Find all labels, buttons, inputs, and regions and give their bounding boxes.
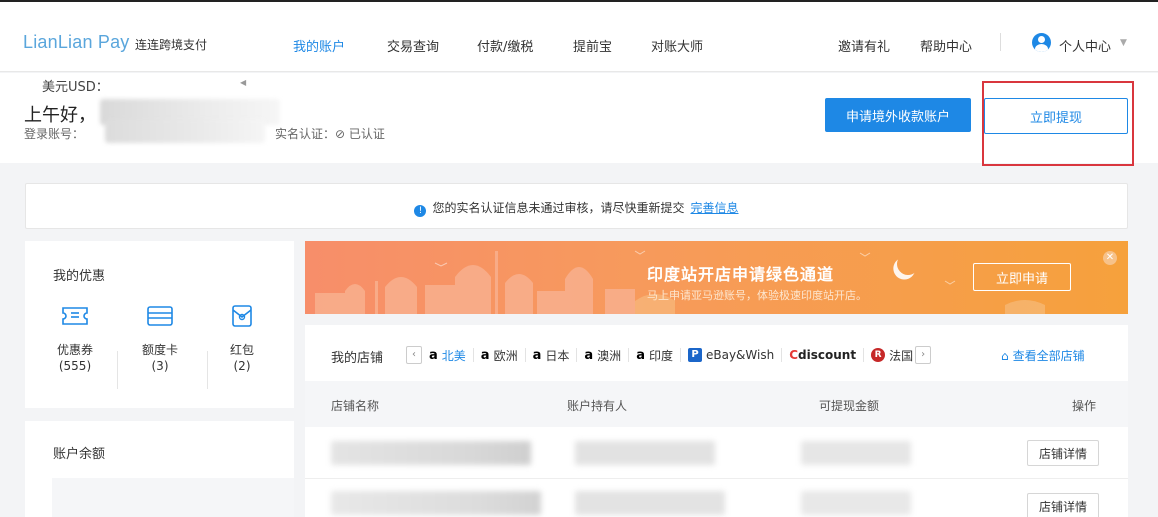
col-withdrawable: 可提现金额 [819, 399, 880, 413]
chevron-right-icon[interactable]: › [915, 346, 932, 364]
tab-india[interactable]: a 印度 [629, 347, 681, 363]
offers-title: 我的优惠 [53, 269, 106, 284]
coupon-label: 优惠券 [56, 343, 93, 357]
red-packet-item[interactable]: 红包 (2) [207, 305, 277, 373]
stores-table-header: 店铺名称 账户持有人 可提现金额 操作 [305, 381, 1128, 427]
balance-title: 账户余额 [53, 447, 106, 462]
paypal-icon: P [687, 348, 702, 362]
greeting-section: 上午好， 登录账号： 实名认证：⊘ 已认证 申请境外收款账户 立即提现 [0, 73, 1158, 163]
nav-invite[interactable]: 邀请有礼 [838, 36, 890, 55]
my-stores-panel: 我的店铺 ‹ a 北美 a 欧洲 a 日本 a 澳洲 a 印度 PeBay&Wish Cd… [305, 325, 1128, 517]
red-packet-label: 红包 [229, 343, 254, 357]
amazon-icon: a [480, 347, 490, 363]
my-offers-panel: 我的优惠 优惠券 (555) 额度卡 (3) 红包 (2) [25, 241, 294, 408]
red-packet-icon [232, 305, 252, 327]
account-balance-panel: 账户余额 [25, 421, 294, 517]
col-actions: 操作 [1072, 399, 1097, 413]
top-nav: LianLian Pay 连连跨境支付 我的账户 交易查询 付款/缴税 提前宝 … [0, 0, 1158, 72]
verify-info: 实名认证：⊘ 已认证 [275, 125, 385, 142]
tab-australia[interactable]: a 澳洲 [577, 347, 630, 363]
coupon-count: (555) [58, 359, 92, 373]
greeting-title: 上午好， [24, 105, 96, 126]
info-icon: ! [414, 205, 427, 217]
verification-notice: ! 您的实名认证信息未通过审核，请尽快重新提交 完善信息 [25, 183, 1128, 229]
quota-card-item[interactable]: 额度卡 (3) [125, 305, 195, 373]
close-icon[interactable]: ✕ [1103, 251, 1117, 265]
redacted-account [105, 119, 265, 143]
complete-info-link[interactable]: 完善信息 [691, 201, 739, 215]
tab-europe[interactable]: a 欧洲 [474, 347, 526, 363]
redacted-amount [801, 491, 911, 515]
offers-divider [117, 351, 118, 389]
apply-overseas-account-button[interactable]: 申请境外收款账户 [825, 98, 971, 132]
nav-transactions[interactable]: 交易查询 [387, 36, 439, 55]
amazon-icon: a [636, 347, 645, 363]
withdraw-now-button[interactable]: 立即提现 [984, 98, 1128, 134]
banner-title: 印度站开店申请绿色通道 [647, 265, 835, 284]
redacted-store-name [331, 441, 531, 465]
home-icon: ⌂ [1001, 349, 1009, 363]
card-icon [147, 306, 173, 326]
coupon-item[interactable]: 优惠券 (555) [40, 305, 110, 373]
nav-advance[interactable]: 提前宝 [573, 36, 612, 55]
view-all-stores-link[interactable]: ⌂ 查看全部店铺 [1001, 347, 1085, 364]
red-packet-count: (2) [233, 359, 251, 373]
nav-payment-tax[interactable]: 付款/缴税 [477, 36, 533, 55]
usd-label: 美元USD： [42, 80, 109, 95]
brand-logo[interactable]: LianLian Pay [23, 32, 129, 53]
nav-help[interactable]: 帮助中心 [920, 36, 972, 55]
user-avatar-icon[interactable] [1032, 33, 1051, 52]
redacted-holder [575, 491, 725, 515]
nav-my-account[interactable]: 我的账户 [293, 36, 345, 55]
apply-now-button[interactable]: 立即申请 [973, 263, 1071, 291]
expand-left-icon[interactable]: ◀ [240, 78, 246, 87]
tab-japan[interactable]: a 日本 [526, 347, 578, 363]
amazon-icon: a [532, 347, 542, 363]
redacted-store-name [331, 491, 541, 515]
store-details-button[interactable]: 店铺详情 [1027, 493, 1099, 517]
quota-card-count: (3) [151, 359, 169, 373]
india-store-banner[interactable]: 印度站开店申请绿色通道 马上申请亚马逊账号，体验极速印度站开店。 立即申请 ✕ [305, 241, 1128, 314]
store-details-button[interactable]: 店铺详情 [1027, 440, 1099, 466]
tab-france[interactable]: R 法国 [864, 348, 915, 363]
verify-label: 实名认证： [275, 127, 336, 141]
table-row: 店铺详情 [305, 427, 1128, 479]
amazon-icon: a [429, 347, 438, 363]
redacted-amount [801, 441, 911, 465]
rakuten-icon: R [871, 348, 886, 362]
notice-text: 您的实名认证信息未通过审核，请尽快重新提交 [432, 201, 685, 215]
banner-subtitle: 马上申请亚马逊账号，体验极速印度站开店。 [647, 289, 867, 302]
marketplace-tabs: ‹ a 北美 a 欧洲 a 日本 a 澳洲 a 印度 PeBay&Wish Cdiscou… [406, 344, 932, 366]
table-row: 店铺详情 [305, 479, 1128, 517]
tab-north-america[interactable]: a 北美 [422, 347, 474, 363]
cdiscount-logo: Cdiscount [789, 348, 857, 362]
coupon-icon [62, 307, 88, 325]
chevron-down-icon[interactable]: ▼ [1120, 38, 1127, 48]
redacted-holder [575, 441, 715, 465]
col-account-holder: 账户持有人 [567, 399, 628, 413]
tab-ebay-wish[interactable]: PeBay&Wish [681, 348, 783, 362]
verify-status: ⊘ 已认证 [335, 127, 385, 141]
amazon-icon: a [584, 347, 594, 363]
usd-balance-row[interactable] [52, 478, 294, 517]
account-label: 登录账号： [24, 127, 85, 141]
quota-card-label: 额度卡 [141, 343, 178, 357]
col-store-name: 店铺名称 [331, 399, 380, 413]
tab-cdiscount[interactable]: Cdiscount [782, 348, 865, 362]
brand-subtitle: 连连跨境支付 [135, 38, 208, 52]
user-center-link[interactable]: 个人中心 [1059, 36, 1111, 55]
nav-reconcile[interactable]: 对账大师 [651, 36, 703, 55]
nav-divider [1000, 33, 1001, 51]
chevron-left-icon[interactable]: ‹ [406, 346, 422, 364]
stores-label: 我的店铺 [331, 351, 384, 366]
